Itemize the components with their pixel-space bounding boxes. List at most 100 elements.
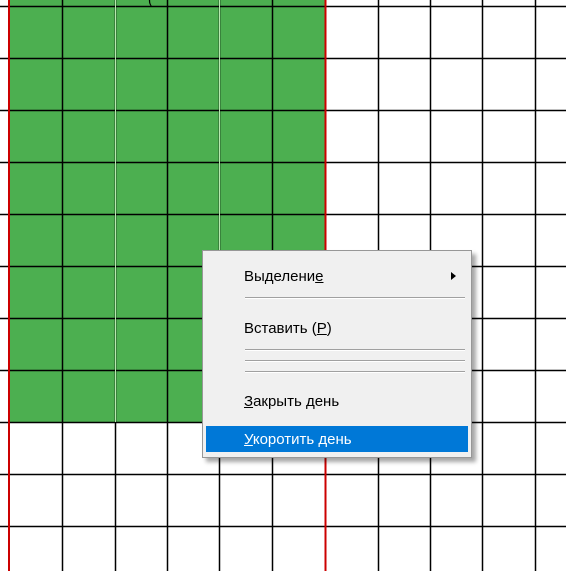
grid-cell-filled[interactable] [62, 266, 115, 318]
menu-item-selection[interactable]: Выделение [206, 263, 468, 289]
menu-separator [245, 349, 465, 351]
grid-cell[interactable] [430, 58, 482, 110]
grid-cell-filled[interactable] [10, 214, 62, 266]
grid-cell-filled[interactable] [115, 162, 167, 214]
grid-cell-filled[interactable] [62, 214, 115, 266]
grid-cell[interactable] [535, 162, 566, 214]
grid-cell[interactable] [62, 422, 115, 474]
grid-cell[interactable] [430, 162, 482, 214]
grid-cell-filled[interactable] [115, 266, 167, 318]
grid-cell[interactable] [378, 474, 430, 526]
grid-cell-filled[interactable] [115, 110, 167, 162]
grid-cell[interactable] [430, 0, 482, 58]
grid-cell-filled[interactable] [272, 162, 325, 214]
grid-cell-filled[interactable] [219, 58, 272, 110]
menu-mnemonic: З [244, 392, 254, 410]
grid-cell-filled[interactable] [219, 110, 272, 162]
grid-cell[interactable] [325, 162, 378, 214]
grid-cell-filled[interactable] [272, 110, 325, 162]
grid-cell-filled[interactable] [115, 370, 167, 422]
menu-item-shorten-day[interactable]: Укоротить день [206, 426, 468, 452]
grid-cell[interactable] [482, 110, 535, 162]
grid-cell-filled[interactable] [167, 162, 219, 214]
grid-cell-filled[interactable] [167, 110, 219, 162]
grid-cell-filled[interactable] [219, 162, 272, 214]
grid-cell[interactable] [62, 474, 115, 526]
grid-cell[interactable] [219, 474, 272, 526]
grid-cell[interactable] [378, 0, 430, 58]
grid-cell[interactable] [167, 526, 219, 571]
menu-item-close-day[interactable]: Закрыть день [206, 388, 468, 414]
grid-cell[interactable] [10, 526, 62, 571]
grid-cell-filled[interactable] [62, 110, 115, 162]
grid-cell[interactable] [115, 422, 167, 474]
grid-cell-filled[interactable] [167, 58, 219, 110]
grid-cell-filled[interactable] [62, 318, 115, 370]
grid-cell[interactable] [482, 58, 535, 110]
grid-cell-filled[interactable] [62, 162, 115, 214]
grid-cell[interactable] [482, 214, 535, 266]
grid-cell[interactable] [430, 110, 482, 162]
grid-cell[interactable] [482, 162, 535, 214]
grid-cell[interactable] [378, 162, 430, 214]
grid-cell[interactable] [482, 370, 535, 422]
grid-cell[interactable] [535, 266, 566, 318]
menu-separator [245, 371, 465, 373]
grid-cell[interactable] [430, 474, 482, 526]
grid-cell[interactable] [378, 110, 430, 162]
grid-cell[interactable] [482, 318, 535, 370]
grid-cell[interactable] [430, 526, 482, 571]
grid-cell[interactable] [535, 422, 566, 474]
grid-cell[interactable] [167, 474, 219, 526]
grid-cell[interactable] [535, 318, 566, 370]
grid-cell-filled[interactable] [10, 318, 62, 370]
grid-cell[interactable] [115, 474, 167, 526]
grid-cell-filled[interactable] [272, 0, 325, 58]
grid-cell[interactable] [272, 474, 325, 526]
grid-cell-filled[interactable] [10, 370, 62, 422]
grid-cell[interactable] [325, 110, 378, 162]
grid-cell[interactable] [325, 526, 378, 571]
grid-cell[interactable] [535, 110, 566, 162]
menu-item-paste[interactable]: Вставить (Р) [206, 315, 468, 341]
grid-cell[interactable] [378, 58, 430, 110]
grid-cell[interactable] [325, 0, 378, 58]
grid-cell[interactable] [482, 0, 535, 58]
grid-cell-filled[interactable] [115, 318, 167, 370]
context-menu: Выделение Вставить (Р) Закрыть день Укор… [202, 250, 472, 458]
grid-cell[interactable] [535, 0, 566, 58]
grid-cell[interactable] [10, 422, 62, 474]
grid-cell[interactable] [10, 474, 62, 526]
grid-cell[interactable] [482, 422, 535, 474]
grid-cell[interactable] [482, 526, 535, 571]
grid-cell-filled[interactable] [10, 162, 62, 214]
grid-cell[interactable] [62, 526, 115, 571]
grid-cell-filled[interactable] [115, 214, 167, 266]
grid-cell-filled[interactable] [219, 0, 272, 58]
grid-cell[interactable] [115, 526, 167, 571]
grid-cell[interactable] [219, 526, 272, 571]
grid-cell-filled[interactable] [10, 110, 62, 162]
grid-cell-filled[interactable] [62, 0, 115, 58]
grid-cell[interactable] [378, 526, 430, 571]
grid-cell-filled[interactable] [272, 58, 325, 110]
grid-cell-filled[interactable] [167, 0, 219, 58]
grid-cell[interactable] [535, 474, 566, 526]
grid-cell-filled[interactable] [10, 266, 62, 318]
grid-cell-filled[interactable] [10, 58, 62, 110]
grid-cell[interactable] [272, 526, 325, 571]
grid-cell[interactable] [482, 474, 535, 526]
grid-cell[interactable] [325, 58, 378, 110]
grid-cell-filled[interactable] [115, 0, 167, 58]
menu-mnemonic: У [244, 430, 253, 448]
grid-cell[interactable] [535, 370, 566, 422]
grid-cell-filled[interactable] [115, 58, 167, 110]
grid-cell[interactable] [535, 58, 566, 110]
grid-cell-filled[interactable] [62, 370, 115, 422]
grid-cell-filled[interactable] [62, 58, 115, 110]
grid-cell-filled[interactable] [10, 0, 62, 58]
grid-cell[interactable] [482, 266, 535, 318]
grid-cell[interactable] [535, 214, 566, 266]
grid-cell[interactable] [535, 526, 566, 571]
grid-cell[interactable] [325, 474, 378, 526]
